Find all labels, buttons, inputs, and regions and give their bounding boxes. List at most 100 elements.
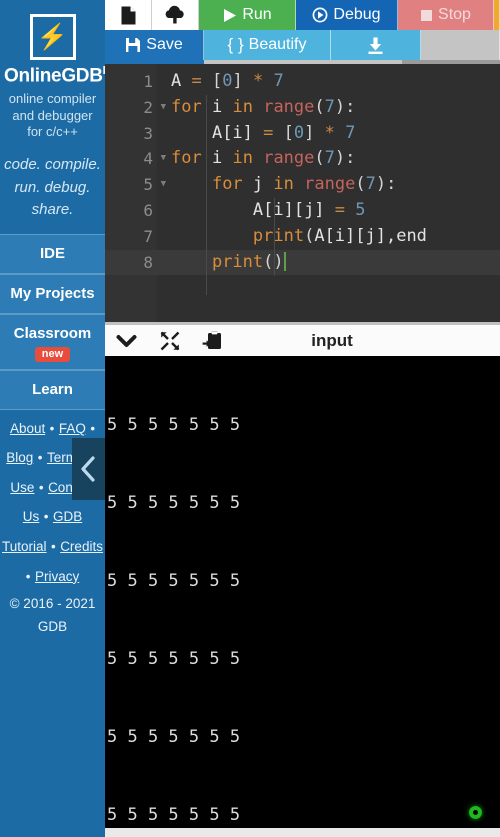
- footer-sep: •: [38, 479, 44, 495]
- sidebar-item-classroom-label: Classroom: [13, 324, 92, 342]
- console-input-label: input: [311, 330, 353, 350]
- beautify-button[interactable]: { } Beautify: [204, 30, 331, 60]
- line-number: 1: [105, 69, 157, 95]
- code-fold-icon[interactable]: ▼: [161, 146, 166, 172]
- toolbar-secondary-filler: [421, 30, 500, 60]
- paste-to-clipboard-icon: [202, 331, 221, 349]
- code-line: for j in range(7):: [211, 174, 397, 195]
- sidebar-item-classroom[interactable]: Classroom new: [0, 313, 105, 370]
- run-button-label: Run: [242, 6, 272, 23]
- footer-link-privacy[interactable]: Privacy: [35, 569, 79, 584]
- floppy-disk-icon: [126, 38, 141, 52]
- toolbar-overflow-accent[interactable]: [494, 0, 500, 30]
- footer-sep: •: [37, 450, 43, 466]
- chevron-down-icon: [116, 334, 137, 347]
- footer-link-credits[interactable]: Credits: [60, 539, 103, 554]
- footer-sep: •: [43, 509, 49, 525]
- console-toolbar: input: [105, 322, 500, 356]
- play-icon: [224, 8, 237, 22]
- line-number: 6: [105, 198, 157, 224]
- curly-braces-icon: { }: [227, 35, 244, 54]
- status-indicator-dot: [469, 806, 482, 819]
- stop-square-icon: [421, 9, 433, 21]
- sidebar-item-my-projects[interactable]: My Projects: [0, 273, 105, 314]
- brand-block[interactable]: ⚡ OnlineGDBbeta online compiler and debu…: [0, 0, 105, 146]
- stop-button[interactable]: Stop: [398, 0, 494, 30]
- line-number: 7: [105, 224, 157, 250]
- brand-name: OnlineGDBbeta: [4, 65, 105, 87]
- debug-button-label: Debug: [333, 6, 381, 23]
- indent-guide: [274, 198, 275, 276]
- line-number-text: 7: [143, 226, 153, 246]
- debug-button[interactable]: Debug: [296, 0, 398, 30]
- line-number-text: 6: [143, 200, 153, 220]
- footer-link-about[interactable]: About: [10, 421, 45, 436]
- toolbar-row-secondary: Save { } Beautify: [105, 30, 500, 60]
- code-line: for i in range(7):: [171, 148, 356, 169]
- line-number-gutter: 1 2 ▼ 3 4 ▼ 5 ▼ 6 7 8: [105, 64, 166, 322]
- toolbar-row-primary: Run Debug Stop: [105, 0, 500, 30]
- code-line: A = [0] * 7: [171, 71, 284, 91]
- cloud-upload-icon: [165, 5, 184, 24]
- download-icon: [368, 37, 383, 54]
- new-badge: new: [34, 346, 71, 362]
- download-button[interactable]: [331, 30, 421, 60]
- code-fold-icon[interactable]: ▼: [161, 172, 166, 198]
- console-output[interactable]: 5 5 5 5 5 5 5 5 5 5 5 5 5 5 5 5 5 5 5 5 …: [105, 356, 500, 837]
- onlinegdb-ide-page: ⚡ OnlineGDBbeta online compiler and debu…: [0, 0, 500, 837]
- bottom-strip: [105, 828, 500, 837]
- console-collapse-button[interactable]: [105, 325, 148, 356]
- compress-arrows-icon: [160, 331, 179, 350]
- line-number-text: 3: [143, 123, 153, 143]
- code-line: A[i] = [0] * 7: [211, 122, 356, 143]
- line-number: 2 ▼: [105, 95, 166, 121]
- sidebar-slogan: code. compile. run. debug. share.: [4, 156, 101, 219]
- code-area[interactable]: A = [0] * 7 for i in range(7): A[i] = [0…: [157, 64, 500, 322]
- beautify-button-label: Beautify: [248, 36, 307, 53]
- line-number-text: 8: [143, 252, 153, 272]
- sidebar-item-ide[interactable]: IDE: [0, 233, 105, 274]
- logo-square: ⚡: [29, 14, 76, 60]
- console-paste-button[interactable]: [191, 325, 234, 356]
- run-button[interactable]: Run: [199, 0, 296, 30]
- sidebar-nav: IDE My Projects Classroom new Learn: [0, 233, 105, 410]
- line-number-active: 8: [105, 249, 157, 276]
- console-line: 5 5 5 5 5 5 5: [107, 415, 241, 435]
- footer-link-faq[interactable]: FAQ: [59, 421, 86, 436]
- console-shrink-button[interactable]: [148, 325, 191, 356]
- console-line: 5 5 5 5 5 5 5: [107, 649, 241, 669]
- line-number-text: 2: [143, 97, 153, 117]
- line-number-text: 5: [143, 175, 153, 195]
- code-fold-icon[interactable]: ▼: [161, 95, 166, 121]
- sidebar-footer-links: About • FAQ • Blog • Terms of Use • Cont…: [0, 410, 105, 592]
- upload-file-button[interactable]: [152, 0, 199, 30]
- lightning-bolt-icon: ⚡: [36, 22, 69, 51]
- brand-name-text: OnlineGDB: [4, 65, 103, 87]
- new-file-button[interactable]: [105, 0, 152, 30]
- code-line: for i in range(7):: [171, 96, 356, 117]
- footer-link-blog[interactable]: Blog: [6, 450, 33, 465]
- console-line: 5 5 5 5 5 5 5: [107, 727, 241, 747]
- line-number-text: 4: [143, 149, 153, 169]
- footer-sep: •: [49, 420, 55, 436]
- footer-sep: •: [51, 539, 56, 555]
- console-line: 5 5 5 5 5 5 5: [107, 571, 241, 591]
- debug-circle-icon: [312, 7, 328, 23]
- file-document-icon: [121, 6, 135, 24]
- indent-guide: [206, 95, 207, 295]
- line-number: 5 ▼: [105, 172, 166, 198]
- sidebar-collapse-handle[interactable]: [72, 438, 105, 500]
- code-line: A[i][j] = 5: [252, 199, 366, 220]
- code-editor[interactable]: 1 2 ▼ 3 4 ▼ 5 ▼ 6 7 8 A = [0] * 7 for i in …: [105, 64, 500, 322]
- save-button[interactable]: Save: [105, 30, 204, 60]
- console-line: 5 5 5 5 5 5 5: [107, 493, 241, 513]
- stop-button-label: Stop: [438, 6, 471, 23]
- footer-sep: •: [90, 420, 96, 436]
- line-number-text: 1: [143, 72, 153, 91]
- sidebar-item-learn[interactable]: Learn: [0, 369, 105, 410]
- line-number: 4 ▼: [105, 146, 166, 172]
- copyright-text: © 2016 - 2021 GDB: [9, 596, 96, 635]
- footer-sep: •: [25, 568, 31, 584]
- line-number: 3: [105, 121, 157, 147]
- editor-toolbar: Run Debug Stop Save {} Beautify: [105, 0, 500, 64]
